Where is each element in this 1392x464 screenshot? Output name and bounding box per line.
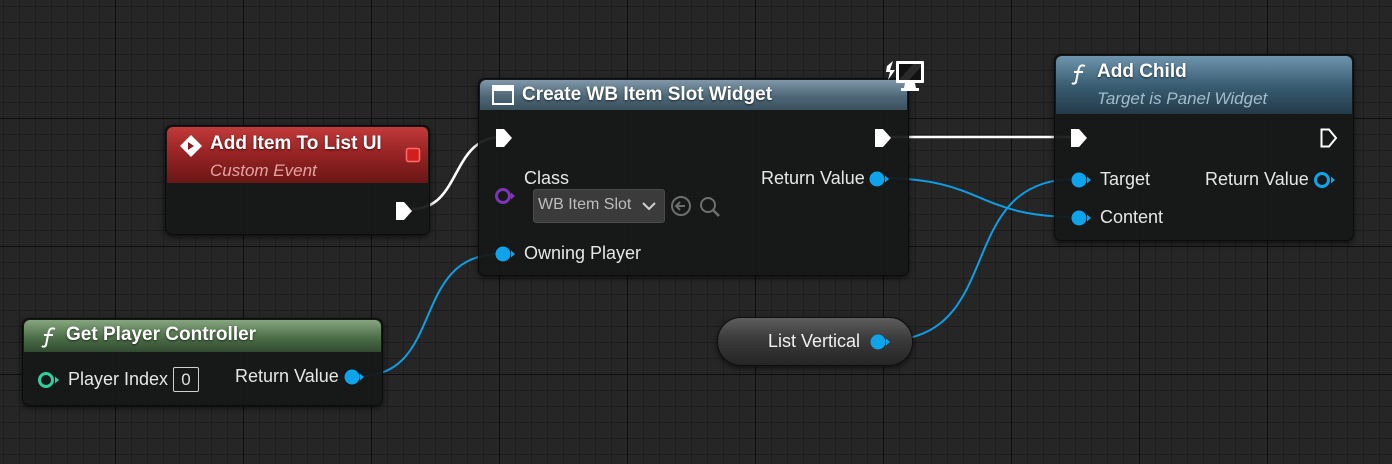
player-index-input[interactable]: 0 [173,367,199,392]
create-widget-title: Create WB Item Slot Widget [522,84,773,105]
exec-input-pin[interactable] [494,127,514,149]
exec-output-pin[interactable] [394,200,414,222]
add-child-node[interactable]: Add Child Target is Panel Widget Target … [1054,54,1354,241]
data-wire-list-to-target[interactable] [881,178,1077,342]
add-child-subtitle: Target is Panel Widget [1097,89,1268,108]
data-wire-return-to-content[interactable] [879,177,1077,218]
player-index-label: Player Index [68,369,169,389]
list-vertical-variable-node[interactable]: List Vertical [717,317,913,366]
list-vertical-output-pin[interactable] [869,333,891,351]
exec-input-pin[interactable] [1069,127,1089,149]
return-value-pin[interactable] [343,368,365,386]
get-player-controller-title: Get Player Controller [66,324,257,345]
return-value-pin[interactable] [1313,171,1337,189]
custom-event-node[interactable]: Add Item To List UI Custom Event [165,125,430,235]
return-value-pin[interactable] [868,170,890,188]
exec-output-pin[interactable] [1319,127,1339,149]
custom-event-header[interactable]: Add Item To List UI Custom Event [167,127,428,183]
custom-event-title: Add Item To List UI [210,133,382,154]
widget-icon [492,85,514,105]
owning-player-pin[interactable] [494,245,516,263]
browse-search-icon[interactable] [698,195,722,219]
target-label: Target [1100,169,1151,189]
return-value-label: Return Value [761,168,865,188]
use-selected-asset-icon[interactable] [670,195,692,217]
get-player-controller-header[interactable]: Get Player Controller [24,320,381,352]
custom-event-subtitle: Custom Event [210,161,317,180]
target-pin[interactable] [1070,171,1092,189]
delegate-pin-icon[interactable] [405,147,421,163]
content-pin[interactable] [1070,209,1092,227]
class-label: Class [524,168,570,188]
function-icon [1071,64,1086,85]
class-dropdown[interactable]: WB Item Slot [533,189,665,223]
create-widget-header[interactable]: Create WB Item Slot Widget [480,80,907,110]
player-index-pin[interactable] [37,371,61,389]
class-pin-icon[interactable] [494,187,516,205]
client-only-monitor-icon [886,61,924,91]
exec-output-pin[interactable] [873,127,893,149]
return-value-label: Return Value [235,366,339,386]
owning-player-label: Owning Player [524,243,642,263]
custom-event-icon [180,135,202,157]
add-child-header[interactable]: Add Child Target is Panel Widget [1056,56,1352,114]
create-widget-node[interactable]: Create WB Item Slot Widget Class WB Item… [478,78,909,276]
list-vertical-label: List Vertical [768,331,861,351]
function-icon [41,327,56,348]
content-label: Content [1100,207,1164,227]
class-dropdown-value: WB Item Slot [538,196,632,213]
get-player-controller-node[interactable]: Get Player Controller Player Index 0 Ret… [22,318,383,406]
add-child-title: Add Child [1097,61,1187,82]
chevron-down-icon [642,202,656,211]
return-value-label: Return Value [1205,169,1309,189]
